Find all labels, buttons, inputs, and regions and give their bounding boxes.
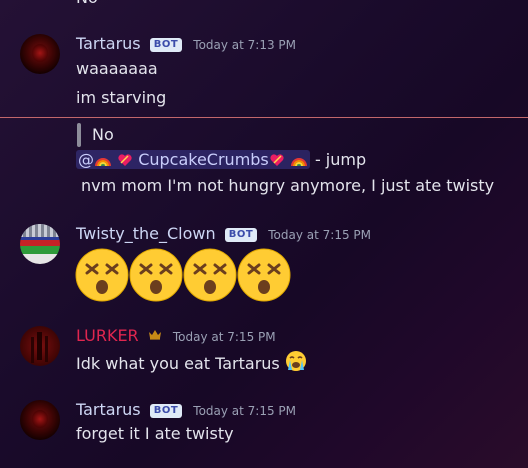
rainbow-icon [95,158,111,167]
username[interactable]: Tartarus [76,400,141,419]
message-header: LURKER Today at 7:15 PM [76,326,276,346]
bot-badge: BOT [224,228,258,242]
jump-link[interactable]: - jump [310,150,366,169]
dizzy-face-emoji [129,248,183,302]
heart-icon [270,154,284,166]
new-messages-divider [0,117,528,118]
message-text: Idk what you eat Tartarus [76,350,307,375]
message-text: nvm mom I'm not hungry anymore, I just a… [81,176,495,195]
timestamp: Today at 7:15 PM [172,330,276,344]
heart-icon [118,154,132,166]
message-text: waaaaaaa [76,59,158,78]
message-header: Tartarus BOT Today at 7:13 PM [76,34,296,54]
dizzy-face-emoji [183,248,237,302]
avatar[interactable] [20,34,60,74]
avatar[interactable] [20,400,60,440]
message-header: Tartarus BOT Today at 7:15 PM [76,400,296,420]
username[interactable]: LURKER [76,326,139,345]
timestamp: Today at 7:15 PM [193,404,297,418]
avatar[interactable] [20,224,60,264]
username[interactable]: Twisty_the_Clown [76,224,216,243]
rainbow-icon [290,158,307,167]
message-header: Twisty_the_Clown BOT Today at 7:15 PM [76,224,371,244]
dizzy-face-emoji [75,248,129,302]
crown-icon [148,330,161,340]
timestamp: Today at 7:13 PM [193,38,297,52]
quote-bar [77,123,81,147]
message-text: im starving [76,88,167,107]
crying-face-emoji [285,351,306,371]
avatar[interactable] [20,326,60,366]
quoted-text: No [92,125,114,144]
timestamp: Today at 7:15 PM [268,228,372,242]
user-mention[interactable]: @ CupcakeCrumbs [76,150,310,169]
bot-badge: BOT [149,38,183,52]
message-text: forget it I ate twisty [76,424,234,443]
username[interactable]: Tartarus [76,34,141,53]
previous-message-fragment: No [76,0,98,8]
bot-badge: BOT [149,404,183,418]
dizzy-face-emoji [237,248,291,302]
reply-line: @ CupcakeCrumbs - jump [76,149,366,171]
